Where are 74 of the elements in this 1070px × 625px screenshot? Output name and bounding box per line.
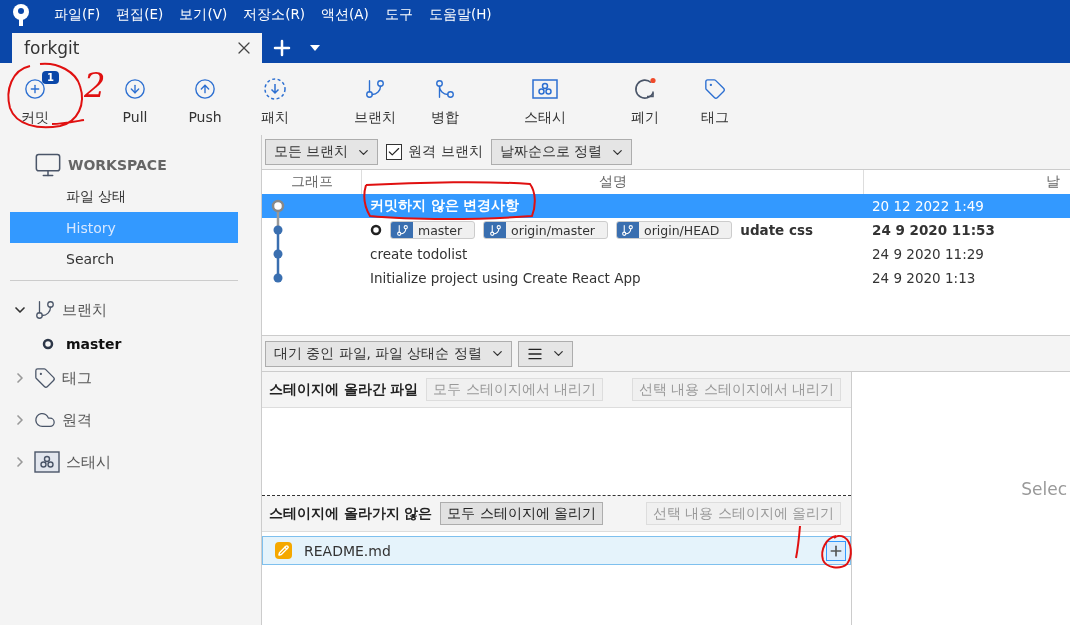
tag-icon — [34, 367, 56, 389]
section-title: WORKSPACE — [68, 157, 167, 173]
menu-item[interactable]: 도구 — [376, 6, 421, 24]
menu-item[interactable]: 도움말(H) — [420, 6, 500, 24]
stash-icon — [532, 78, 558, 100]
sort-dropdown[interactable]: 대기 중인 파일, 파일 상태순 정렬 — [265, 340, 512, 367]
commit-row[interactable]: create todolist 24 9 2020 11:29 — [262, 242, 1070, 266]
section-title: 스테이지에 올라간 파일 — [269, 380, 419, 399]
commit-message: udate css — [740, 222, 814, 238]
check-icon — [387, 145, 402, 159]
view-mode-dropdown[interactable] — [517, 340, 573, 367]
commit-message: create todolist — [370, 246, 468, 262]
toolbar-button[interactable]: 폐기 — [610, 75, 680, 127]
filter-dropdown[interactable]: 모든 브랜치 — [265, 139, 379, 165]
branch-label[interactable]: origin/master — [483, 221, 608, 239]
sidebar-item[interactable]: Search — [10, 243, 238, 274]
commit-message: 커밋하지 않은 변경사항 — [370, 197, 520, 215]
file-name: README.md — [304, 542, 392, 559]
commit-message: Initialize project using Create React App — [370, 270, 641, 286]
menu-item[interactable]: 편집(E) — [108, 6, 172, 24]
toolbar-button[interactable]: 브랜치 — [340, 75, 410, 127]
caret-icon — [310, 45, 320, 51]
sidebar-section[interactable]: 브랜치 — [62, 300, 107, 320]
stage-file-button[interactable] — [826, 540, 846, 561]
arrow-up-circle-icon — [194, 78, 216, 100]
commit-date: 20 12 2022 1:49 — [871, 198, 984, 214]
merge-icon — [434, 78, 456, 100]
column-header[interactable]: 날 — [864, 170, 1070, 194]
tag-icon — [704, 78, 726, 100]
sidebar-section[interactable]: 스태시 — [66, 452, 111, 472]
toolbar-button[interactable]: 패치 — [240, 75, 310, 127]
toolbar-button[interactable]: 태그 — [680, 75, 750, 127]
branch-icon — [395, 223, 409, 237]
annotation-stroke — [795, 525, 801, 559]
count-badge: 1 — [42, 71, 59, 84]
toolbar-button[interactable]: 스태시 — [510, 75, 580, 127]
commit-date: 24 9 2020 11:29 — [871, 246, 984, 262]
commit-row[interactable]: master origin/master origin/HEAD udate css 24 9 2020 11:53 — [262, 218, 1070, 242]
section-title: 스테이지에 올라가지 않은 — [269, 504, 433, 523]
branch-icon — [488, 223, 502, 237]
commit-date: 24 9 2020 11:53 — [871, 222, 995, 238]
branch-label[interactable]: origin/HEAD — [616, 221, 733, 239]
toolbar-button[interactable]: Push — [170, 75, 240, 125]
menu-item[interactable]: 저장소(R) — [235, 6, 314, 24]
branch-label[interactable]: master — [390, 221, 476, 239]
logo-icon[interactable] — [10, 3, 32, 27]
sidebar-section[interactable]: 태그 — [62, 368, 92, 388]
filter-dropdown[interactable]: 날짜순으로 정렬 — [490, 139, 632, 165]
menu-item[interactable]: 액션(A) — [313, 6, 377, 24]
sidebar-item[interactable]: 파일 상태 — [10, 181, 238, 212]
branch-icon — [34, 299, 56, 321]
branch-icon — [621, 223, 635, 237]
commit-row[interactable]: Initialize project using Create React App 24 9 2020 1:13 — [262, 266, 1070, 290]
repository-tab[interactable]: forkgit — [12, 33, 262, 63]
refresh-icon — [632, 76, 658, 102]
graph-node-icon — [271, 242, 285, 266]
monitor-icon — [34, 151, 62, 179]
annotation-note: 2 — [84, 68, 106, 102]
stash-icon — [34, 451, 60, 473]
branch-icon — [364, 78, 386, 100]
diff-message: Selec — [1021, 478, 1067, 499]
sidebar-section[interactable]: 원격 — [62, 410, 92, 430]
commit-date: 24 9 2020 1:13 — [871, 270, 976, 286]
toolbar-button[interactable]: 병합 — [410, 75, 480, 127]
dashed-arrow-circle-icon — [263, 77, 287, 101]
menu-item[interactable]: 보기(V) — [171, 6, 236, 24]
plus-circle-icon — [24, 78, 46, 100]
branch-item[interactable]: master — [66, 336, 122, 352]
menu-item[interactable]: 파일(F) — [46, 6, 109, 24]
file-row[interactable]: README.md — [262, 536, 851, 565]
graph-node-icon — [271, 218, 285, 242]
arrow-down-circle-icon — [124, 78, 146, 100]
stage-button[interactable]: 모두 스테이지에 올리기 — [440, 502, 603, 525]
remote-branches-checkbox[interactable]: 원격 브랜치 — [386, 143, 483, 161]
